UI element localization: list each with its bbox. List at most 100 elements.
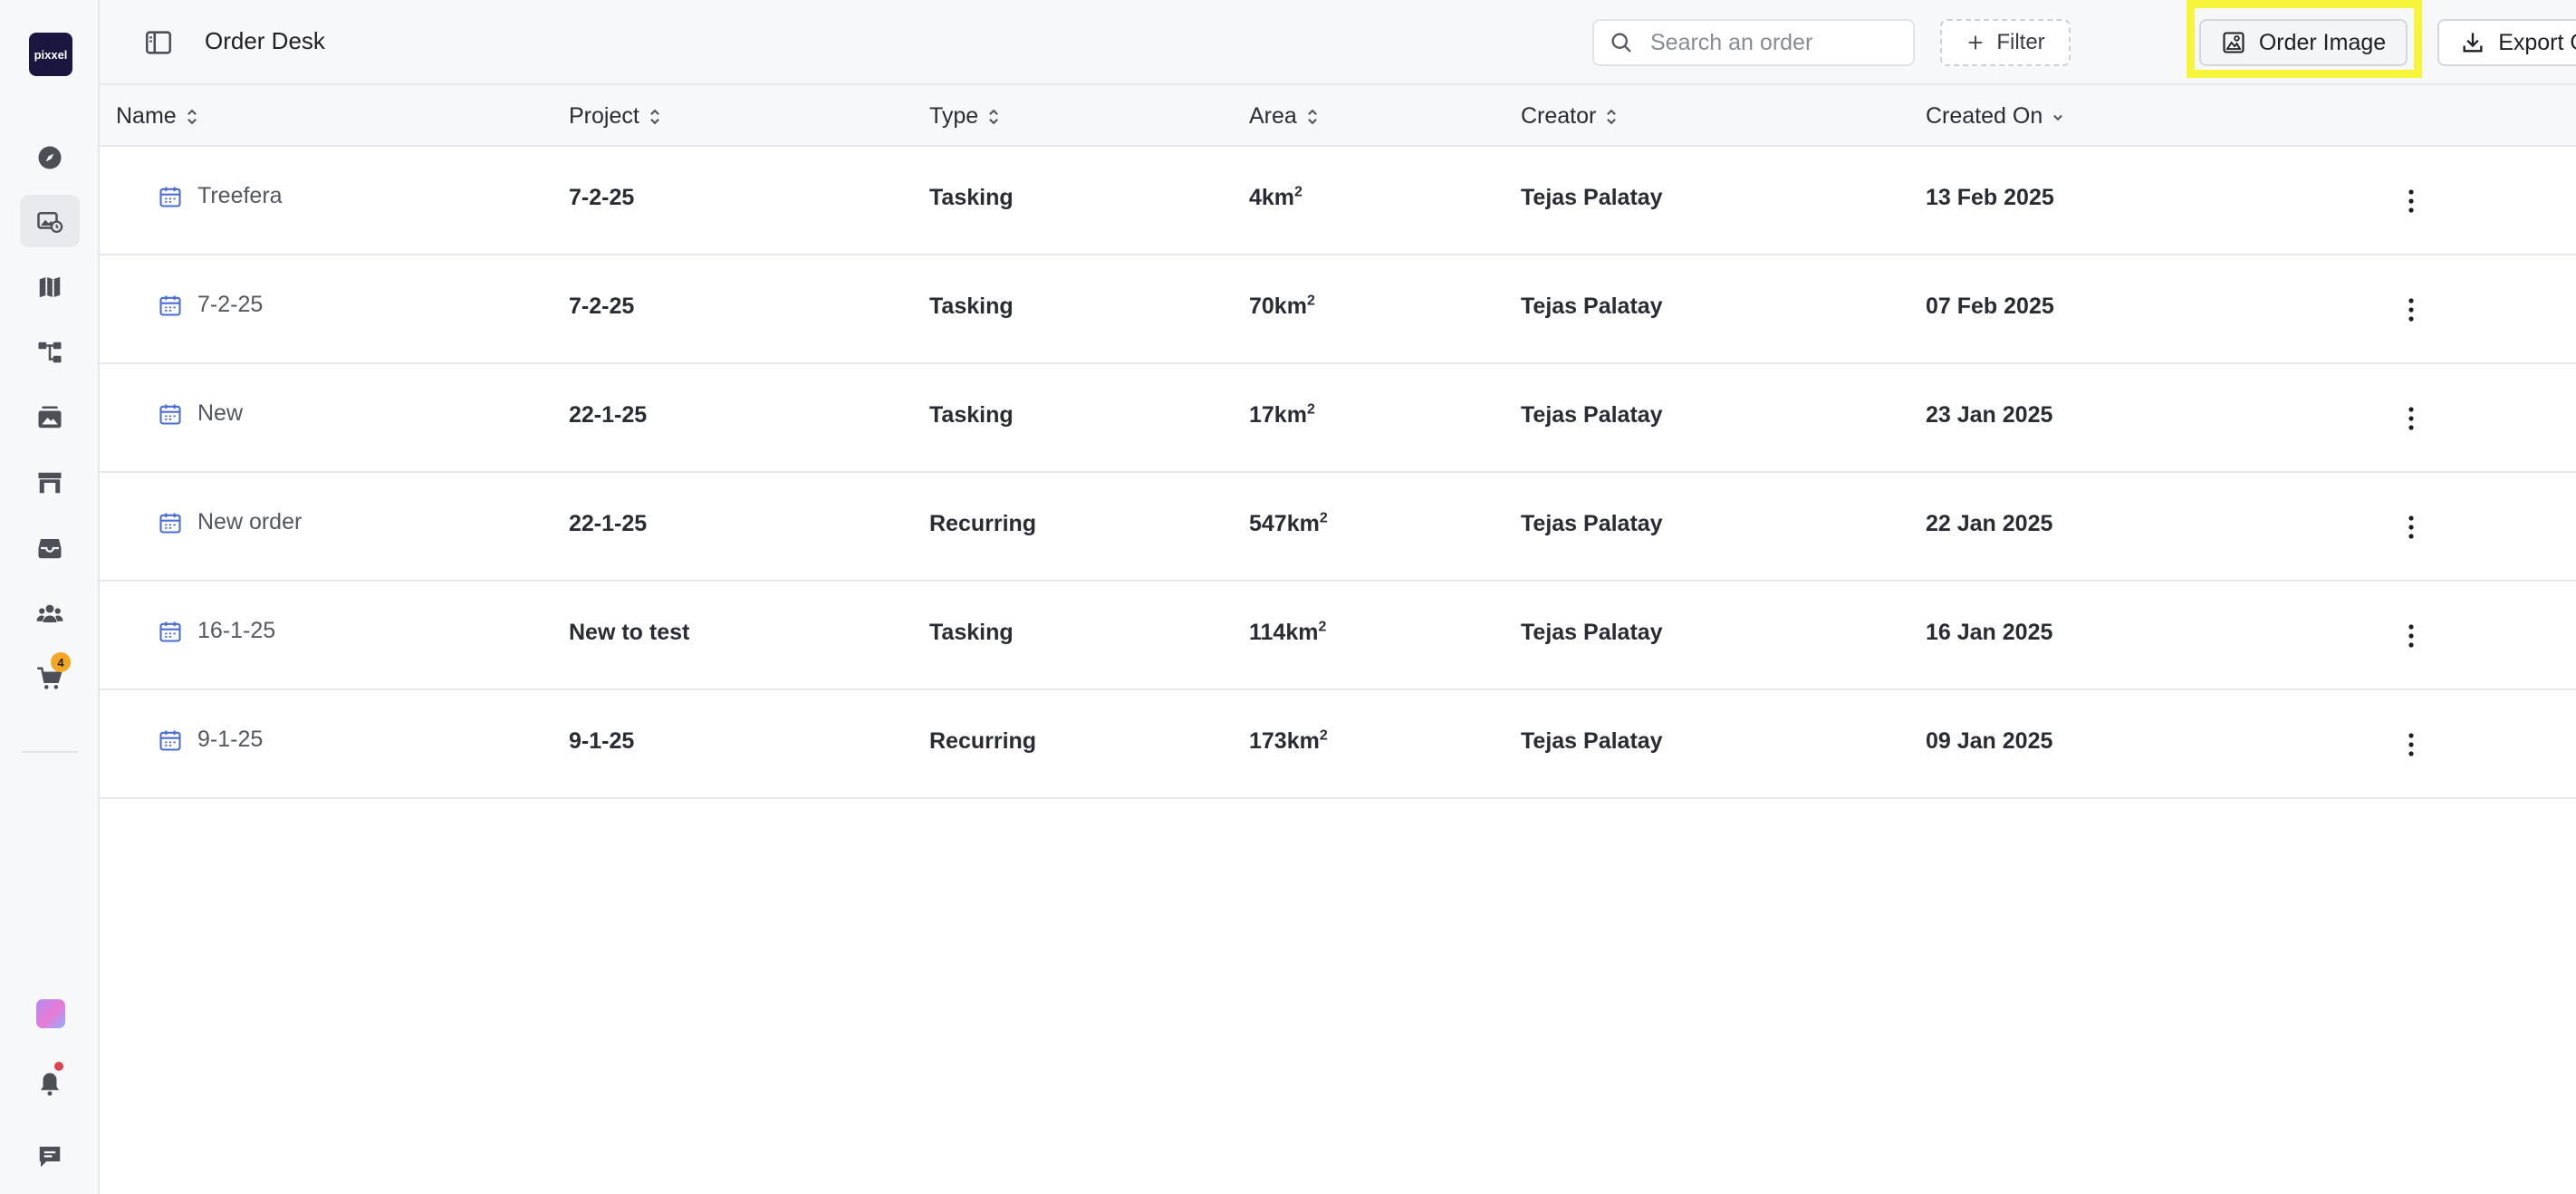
order-name: New order <box>197 509 303 534</box>
orders-table-body: Treefera 7-2-25 Tasking 4km2 Tejas Palat… <box>100 147 2576 799</box>
project-cell: 9-1-25 <box>569 728 635 754</box>
order-name-cell[interactable]: Treefera <box>158 183 283 209</box>
area-cell: 17km2 <box>1249 401 1315 428</box>
download-icon <box>2463 33 2483 53</box>
row-actions-button[interactable] <box>2393 290 2429 330</box>
order-name-cell[interactable]: 7-2-25 <box>158 292 263 318</box>
order-name-cell[interactable]: 9-1-25 <box>158 727 263 753</box>
creator-cell: Tejas Palatay <box>1521 294 1663 319</box>
sidebar-toggle-button[interactable] <box>143 27 174 58</box>
pixxel-logo[interactable]: pixxel <box>29 33 72 76</box>
column-header-area[interactable]: Area <box>1249 103 1321 130</box>
column-header-created-on[interactable]: Created On <box>1926 103 2066 130</box>
page-title: Order Desk <box>205 27 325 54</box>
store-icon <box>38 472 62 494</box>
sort-icon <box>649 109 659 124</box>
sort-icon <box>1607 109 1617 124</box>
table-row[interactable]: 9-1-25 9-1-25 Recurring 173km2 Tejas Pal… <box>100 690 2576 799</box>
order-name-cell[interactable]: New order <box>158 509 302 535</box>
column-header-creator[interactable]: Creator <box>1521 103 1620 130</box>
team-icon <box>36 604 63 622</box>
area-cell: 114km2 <box>1249 619 1327 645</box>
filter-button[interactable]: Filter <box>1940 19 2071 66</box>
archive-icon <box>38 539 62 559</box>
bell-icon <box>41 1073 59 1096</box>
table-row[interactable]: New 22-1-25 Tasking 17km2 Tejas Palatay … <box>100 364 2576 473</box>
sidebar-item-store[interactable] <box>20 457 80 509</box>
export-orders-button-label: Export Orders <box>2498 29 2576 55</box>
sidebar-item-explore[interactable] <box>20 131 80 184</box>
sidebar-item-images[interactable] <box>20 391 80 444</box>
sidebar-item-team[interactable] <box>20 587 80 640</box>
order-image-button-label: Order Image <box>2258 29 2387 55</box>
created-on-cell: 07 Feb 2025 <box>1926 294 2054 319</box>
creator-cell: Tejas Palatay <box>1521 728 1663 754</box>
area-unit-superscript: 2 <box>1318 619 1327 635</box>
sidebar-item-order-desk[interactable] <box>20 195 80 247</box>
column-header-name[interactable]: Name <box>116 103 200 130</box>
export-orders-button[interactable]: Export Orders <box>2437 19 2576 66</box>
row-actions-button[interactable] <box>2393 616 2429 656</box>
creator-cell: Tejas Palatay <box>1521 185 1663 210</box>
creator-cell: Tejas Palatay <box>1521 511 1663 536</box>
sidebar-item-workflows[interactable] <box>20 326 80 379</box>
row-actions-button[interactable] <box>2393 725 2429 765</box>
project-cell: New to test <box>569 620 690 645</box>
created-on-cell: 09 Jan 2025 <box>1926 728 2053 754</box>
type-cell: Recurring <box>929 511 1037 536</box>
table-row[interactable]: 7-2-25 7-2-25 Tasking 70km2 Tejas Palata… <box>100 255 2576 364</box>
search-box[interactable] <box>1592 19 1915 66</box>
sidebar-panel-icon <box>145 31 172 54</box>
calendar-icon <box>159 513 181 534</box>
more-vertical-icon <box>2408 515 2414 539</box>
column-header-project[interactable]: Project <box>569 103 663 130</box>
type-cell: Tasking <box>929 402 1014 428</box>
area-unit-superscript: 2 <box>1306 293 1315 309</box>
filter-button-label: Filter <box>1996 30 2045 54</box>
area-cell: 70km2 <box>1249 293 1315 319</box>
workflow-icon <box>38 342 62 363</box>
order-image-button[interactable]: Order Image <box>2199 19 2408 66</box>
sidebar-item-maps[interactable] <box>20 261 80 313</box>
order-name-cell[interactable]: New <box>158 400 243 427</box>
area-unit-superscript: 2 <box>1319 510 1328 526</box>
notification-dot <box>54 1062 63 1071</box>
sidebar-divider <box>22 751 78 753</box>
search-input[interactable] <box>1648 28 1897 57</box>
table-row[interactable]: New order 22-1-25 Recurring 547km2 Tejas… <box>100 473 2576 582</box>
row-actions-button[interactable] <box>2393 181 2429 221</box>
gallery-icon <box>38 406 62 428</box>
area-unit-superscript: 2 <box>1294 184 1302 200</box>
created-on-cell: 23 Jan 2025 <box>1926 402 2053 428</box>
order-name: Treefera <box>197 183 283 208</box>
chat-button[interactable] <box>20 1131 80 1183</box>
created-on-cell: 16 Jan 2025 <box>1926 620 2053 645</box>
column-header-type[interactable]: Type <box>929 103 1002 130</box>
sidebar-item-archive[interactable] <box>20 522 80 574</box>
map-icon <box>39 276 61 298</box>
order-name-cell[interactable]: 16-1-25 <box>158 618 275 644</box>
gradient-app-icon[interactable] <box>36 999 65 1028</box>
area-unit-superscript: 2 <box>1306 401 1315 418</box>
table-row[interactable]: Treefera 7-2-25 Tasking 4km2 Tejas Palat… <box>100 147 2576 255</box>
sidebar: pixxel 4 <box>0 0 100 1194</box>
area-cell: 547km2 <box>1249 510 1328 536</box>
area-unit-superscript: 2 <box>1319 727 1328 744</box>
sidebar-item-cart[interactable]: 4 <box>20 652 80 705</box>
type-cell: Tasking <box>929 620 1014 645</box>
row-actions-button[interactable] <box>2393 507 2429 547</box>
created-on-cell: 22 Jan 2025 <box>1926 511 2053 536</box>
sort-icon <box>187 109 197 124</box>
project-cell: 22-1-25 <box>569 511 648 536</box>
table-row[interactable]: 16-1-25 New to test Tasking 114km2 Tejas… <box>100 582 2576 690</box>
more-vertical-icon <box>2408 624 2414 648</box>
row-actions-button[interactable] <box>2393 399 2429 438</box>
project-cell: 7-2-25 <box>569 294 635 319</box>
more-vertical-icon <box>2408 298 2414 322</box>
order-name: 7-2-25 <box>197 292 264 317</box>
calendar-icon <box>159 295 181 316</box>
calendar-icon <box>159 187 181 207</box>
type-cell: Recurring <box>929 728 1037 754</box>
notifications-button[interactable] <box>20 1058 80 1111</box>
order-name: New <box>197 400 244 426</box>
